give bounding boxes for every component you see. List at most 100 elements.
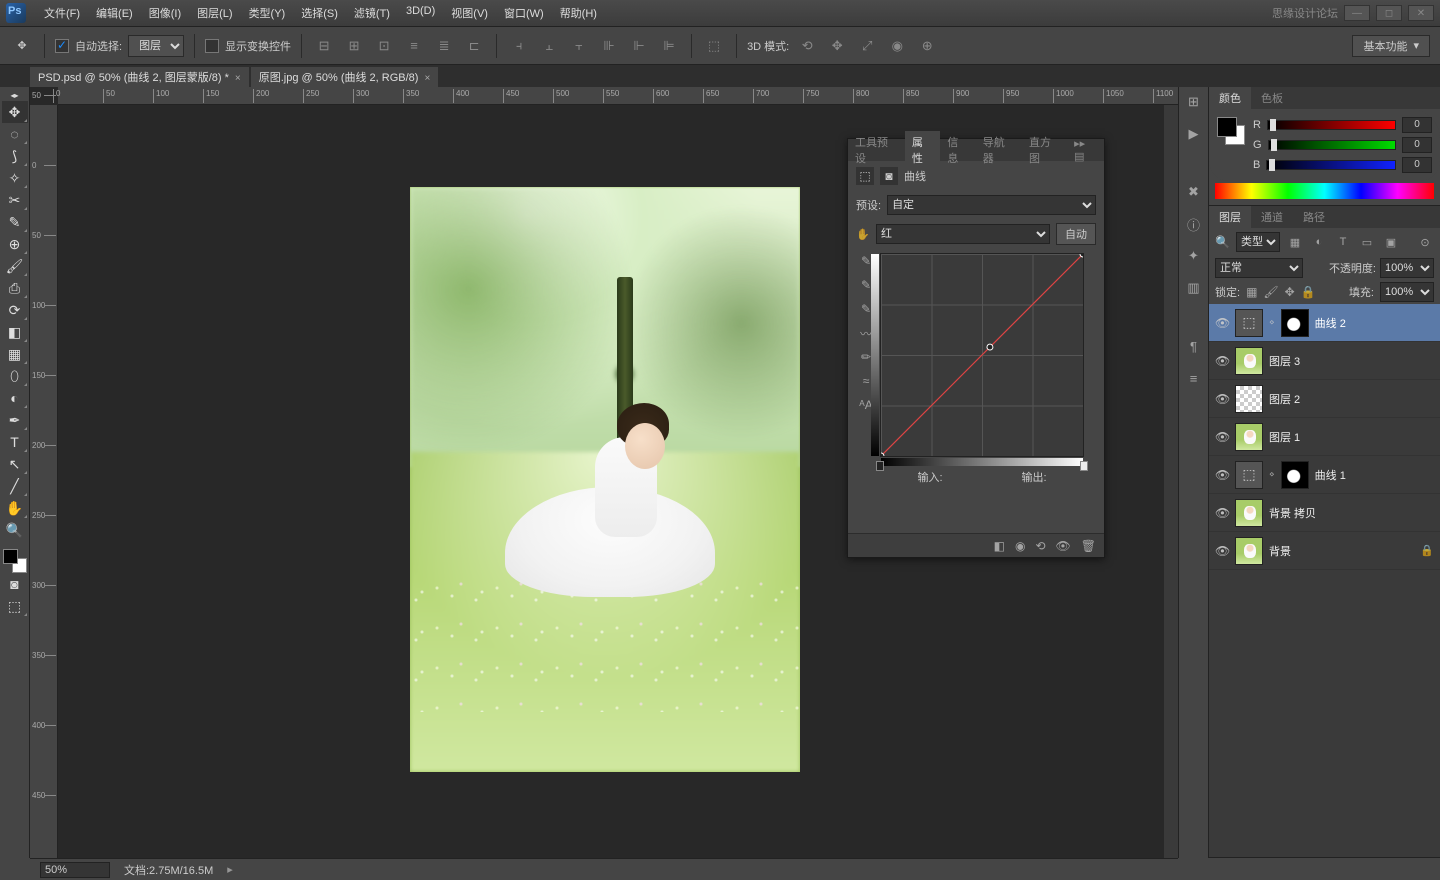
arrange-icon[interactable]: ⬚ [702, 34, 726, 58]
quickmask-tool[interactable]: ◙ [2, 573, 28, 595]
align-icon[interactable]: ≡ [402, 34, 426, 58]
3d-icon[interactable]: ⤢ [855, 34, 879, 58]
menu-item[interactable]: 编辑(E) [88, 1, 141, 25]
channel-icon[interactable]: ✋ [856, 228, 870, 241]
ruler-horizontal[interactable]: 0501001502002503003504004505005506006507… [58, 87, 1178, 105]
visibility-icon[interactable]: 👁 [1215, 468, 1229, 482]
hand-tool[interactable]: ✋ [2, 497, 28, 519]
tab-info[interactable]: 信息 [940, 131, 975, 169]
eyedropper-tool[interactable]: ✎ [2, 211, 28, 233]
navigator-panel-icon[interactable]: ✦ [1185, 247, 1203, 265]
curves-graph[interactable] [880, 253, 1084, 457]
tab-histogram[interactable]: 直方图 [1022, 131, 1068, 169]
align-icon[interactable]: ⊡ [372, 34, 396, 58]
menu-item[interactable]: 帮助(H) [552, 1, 605, 25]
3d-icon[interactable]: ⟲ [795, 34, 819, 58]
pen-tool[interactable]: ✒ [2, 409, 28, 431]
color-swatch[interactable] [3, 549, 27, 573]
filter-toggle[interactable]: ⊙ [1416, 234, 1434, 250]
lock-paint-icon[interactable]: 🖌 [1263, 285, 1278, 299]
menu-item[interactable]: 图像(I) [141, 1, 189, 25]
lock-transparent-icon[interactable]: ▦ [1246, 285, 1257, 299]
delete-icon[interactable]: 🗑 [1081, 539, 1096, 553]
lock-all-icon[interactable]: 🔒 [1301, 285, 1316, 299]
layer-row[interactable]: 👁图层 2 [1209, 380, 1440, 418]
reset-icon[interactable]: ⟲ [1035, 539, 1045, 553]
visibility-icon[interactable]: 👁 [1215, 506, 1229, 520]
preset-dropdown[interactable]: 自定 [887, 195, 1096, 215]
layer-row[interactable]: 👁图层 3 [1209, 342, 1440, 380]
layer-thumb[interactable] [1235, 385, 1263, 413]
distribute-icon[interactable]: ⊪ [597, 34, 621, 58]
layer-mask-thumb[interactable] [1281, 461, 1309, 489]
layer-row[interactable]: 👁图层 1 [1209, 418, 1440, 456]
ruler-vertical[interactable]: 50050100150200250300350400450 [30, 105, 58, 858]
3d-icon[interactable]: ✥ [825, 34, 849, 58]
visibility-icon[interactable]: 👁 [1056, 539, 1071, 553]
view-previous-icon[interactable]: ◉ [1015, 539, 1025, 553]
align-icon[interactable]: ⊏ [462, 34, 486, 58]
filter-adj-icon[interactable]: ◐ [1310, 234, 1328, 250]
dodge-tool[interactable]: ◐ [2, 387, 28, 409]
visibility-icon[interactable]: 👁 [1215, 316, 1229, 330]
tab-paths[interactable]: 路径 [1293, 206, 1335, 228]
marquee-tool[interactable]: ◌ [2, 123, 28, 145]
g-slider[interactable] [1268, 140, 1396, 150]
histogram-panel-icon[interactable]: ▥ [1185, 279, 1203, 297]
visibility-icon[interactable]: 👁 [1215, 544, 1229, 558]
menu-item[interactable]: 图层(L) [189, 1, 240, 25]
brush-tool[interactable]: 🖌 [2, 255, 28, 277]
tab-toolpresets[interactable]: 工具预设 [848, 131, 905, 169]
tab-color[interactable]: 颜色 [1209, 87, 1251, 109]
workspace-dropdown[interactable]: 基本功能▾ [1352, 35, 1430, 57]
tab-properties[interactable]: 属性 [905, 131, 940, 169]
blend-mode-dropdown[interactable]: 正常 [1215, 258, 1303, 278]
autoselect-dropdown[interactable]: 图层 [128, 35, 184, 57]
align-icon[interactable]: ⊞ [342, 34, 366, 58]
toolbox-collapse[interactable]: ◂▸ [2, 89, 28, 101]
panel-menu-icon[interactable]: ▸▸ ▤ [1068, 137, 1104, 163]
tab-channels[interactable]: 通道 [1251, 206, 1293, 228]
window-close[interactable]: ✕ [1408, 5, 1434, 21]
visibility-icon[interactable]: 👁 [1215, 430, 1229, 444]
stamp-tool[interactable]: ⎙ [2, 277, 28, 299]
filter-type-icon[interactable]: T [1334, 234, 1352, 250]
white-point-slider[interactable] [1080, 461, 1088, 471]
3d-icon[interactable]: ⊕ [915, 34, 939, 58]
blur-tool[interactable]: ⬯ [2, 365, 28, 387]
close-icon[interactable]: × [424, 73, 430, 84]
crop-tool[interactable]: ✂ [2, 189, 28, 211]
layer-thumb[interactable] [1235, 499, 1263, 527]
clip-icon[interactable]: ◧ [994, 539, 1005, 553]
move-tool[interactable]: ✥ [2, 101, 28, 123]
showtransform-checkbox[interactable] [205, 39, 219, 53]
visibility-icon[interactable]: 👁 [1215, 392, 1229, 406]
3d-icon[interactable]: ◉ [885, 34, 909, 58]
b-slider[interactable] [1266, 160, 1396, 170]
channel-dropdown[interactable]: 红 [876, 224, 1050, 244]
menu-item[interactable]: 滤镜(T) [346, 1, 398, 25]
menu-item[interactable]: 选择(S) [293, 1, 346, 25]
canvas[interactable] [410, 187, 800, 772]
layer-row[interactable]: 👁背景 拷贝 [1209, 494, 1440, 532]
layer-thumb[interactable] [1235, 423, 1263, 451]
paragraph-panel-icon[interactable]: ≡ [1185, 369, 1203, 387]
info-panel-icon[interactable]: ⓘ [1185, 215, 1203, 233]
menu-item[interactable]: 视图(V) [443, 1, 496, 25]
foreground-background-swatch[interactable] [1217, 117, 1245, 145]
layer-thumb[interactable] [1235, 347, 1263, 375]
filter-smart-icon[interactable]: ▣ [1382, 234, 1400, 250]
spectrum-bar[interactable] [1215, 183, 1434, 199]
distribute-icon[interactable]: ⫞ [507, 34, 531, 58]
distribute-icon[interactable]: ⊩ [627, 34, 651, 58]
menu-item[interactable]: 文件(F) [36, 1, 88, 25]
r-slider[interactable] [1267, 120, 1396, 130]
brush-panel-icon[interactable]: ✖ [1185, 183, 1203, 201]
layer-row[interactable]: 👁⬚⋄曲线 1 [1209, 456, 1440, 494]
autoselect-checkbox[interactable] [55, 39, 69, 53]
tab-navigator[interactable]: 导航器 [976, 131, 1022, 169]
lasso-tool[interactable]: ⟆ [2, 145, 28, 167]
layer-filter-dropdown[interactable]: 类型 [1236, 232, 1280, 252]
menu-item[interactable]: 3D(D) [398, 1, 443, 25]
visibility-icon[interactable]: 👁 [1215, 354, 1229, 368]
